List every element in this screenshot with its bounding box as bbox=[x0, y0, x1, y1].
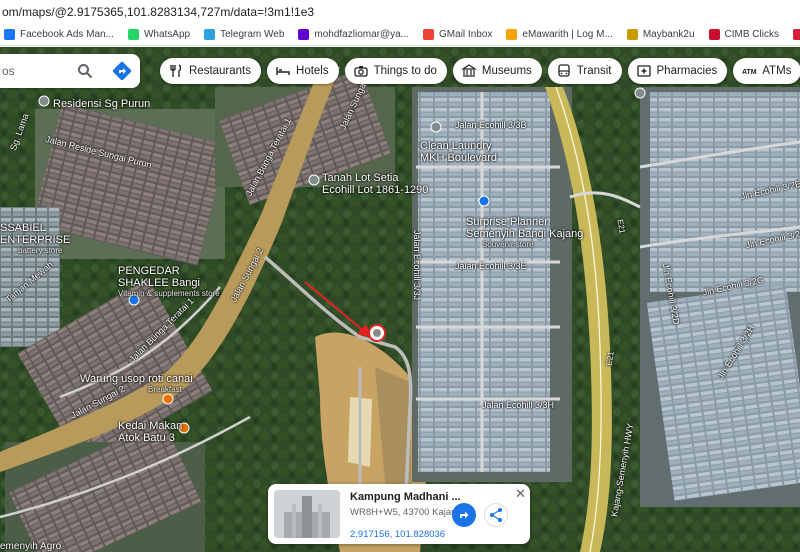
chip-label: ATMs bbox=[762, 65, 792, 77]
bookmark-label: Maybank2u bbox=[642, 29, 695, 40]
bookmark-label: WhatsApp bbox=[143, 29, 191, 40]
chip-transit[interactable]: Transit bbox=[547, 58, 622, 84]
place-plus-code: WR8H+W5, 43700 Kajan... bbox=[350, 507, 465, 518]
proniaga-icon bbox=[792, 29, 800, 40]
emawarith-icon bbox=[506, 29, 518, 40]
chip-museums[interactable]: Museums bbox=[452, 58, 542, 84]
place-label[interactable]: emenyih Agro bbox=[0, 541, 61, 552]
bookmark-item[interactable]: Telegram Web bbox=[204, 29, 284, 40]
bookmark-item[interactable]: WhatsApp bbox=[127, 29, 191, 40]
bookmark-label: Facebook Ads Man... bbox=[20, 29, 114, 40]
chip-label: Restaurants bbox=[189, 65, 252, 77]
bookmark-item[interactable]: eMawarith | Log M... bbox=[506, 29, 613, 40]
chip-things-to-do[interactable]: Things to do bbox=[344, 58, 447, 84]
directions-button[interactable] bbox=[452, 503, 476, 527]
telegram-icon bbox=[204, 29, 216, 40]
restaurant-pin-icon[interactable] bbox=[162, 393, 174, 405]
bookmarks-bar: Facebook Ads Man... WhatsApp Telegram Web m… bbox=[0, 24, 800, 46]
close-card-button[interactable]: ✕ bbox=[515, 486, 526, 502]
bookmark-label: GMail Inbox bbox=[439, 29, 493, 40]
place-category: battery store bbox=[18, 246, 63, 255]
maybank-icon bbox=[626, 29, 638, 40]
yahoo-mail-icon bbox=[298, 29, 310, 40]
road-label: Jalan Ecohill 3/3H bbox=[482, 400, 555, 410]
bookmark-label: CIMB Clicks bbox=[724, 29, 779, 40]
place-pin-icon[interactable] bbox=[38, 95, 50, 107]
search-input[interactable]: os bbox=[2, 64, 15, 78]
place-label[interactable]: Semenyih Bangi Kajang bbox=[466, 228, 583, 240]
chip-label: Things to do bbox=[373, 65, 437, 77]
bookmark-item[interactable]: GMail Inbox bbox=[423, 29, 492, 40]
place-label[interactable]: PENGEDAR bbox=[118, 265, 180, 277]
place-photo[interactable] bbox=[274, 490, 340, 538]
laundry-pin-icon[interactable] bbox=[430, 121, 442, 133]
place-label[interactable]: SHAKLEE Bangi bbox=[118, 277, 200, 289]
meta-icon bbox=[4, 29, 15, 40]
bookmark-label: eMawarith | Log M... bbox=[522, 29, 613, 40]
bed-icon bbox=[276, 67, 290, 75]
directions-icon[interactable] bbox=[112, 61, 132, 81]
bus-icon bbox=[558, 64, 570, 77]
chip-label: Transit bbox=[576, 65, 612, 77]
gmail-icon bbox=[423, 29, 435, 40]
place-label[interactable]: ENTERPRISE bbox=[0, 234, 70, 246]
road-label: Jalan Ecohill 3/3J bbox=[412, 229, 423, 301]
chip-label: Hotels bbox=[296, 65, 329, 77]
bookmark-item[interactable]: CIMB Clicks bbox=[708, 29, 779, 40]
cimb-icon bbox=[708, 29, 720, 40]
map-imagery bbox=[0, 47, 800, 552]
place-name[interactable]: Kampung Madhani ... bbox=[350, 491, 461, 503]
place-label[interactable]: Ecohill Lot 1861-1290 bbox=[322, 184, 428, 196]
directions-icon bbox=[460, 511, 469, 519]
category-chips: Restaurants Hotels Things to do Museums Tran… bbox=[160, 58, 800, 84]
shopping-pin-icon[interactable] bbox=[478, 195, 490, 207]
atm-icon: ATM bbox=[742, 69, 757, 76]
road-label: Jalan Ecohill 3/3B bbox=[455, 120, 527, 130]
bookmark-label: Telegram Web bbox=[220, 29, 285, 40]
whatsapp-icon bbox=[127, 29, 139, 40]
address-bar[interactable]: om/maps/@2.9175365,101.8283134,727m/data… bbox=[0, 0, 800, 24]
bookmark-item[interactable]: Maybank2u bbox=[626, 29, 695, 40]
place-label[interactable]: Surprise Planner bbox=[466, 216, 548, 228]
bookmark-item[interactable]: mohdfazliomar@ya... bbox=[298, 29, 409, 40]
chip-hotels[interactable]: Hotels bbox=[267, 58, 339, 84]
chip-atms[interactable]: ATM ATMs bbox=[733, 58, 800, 84]
place-label[interactable]: Atok Batu 3 bbox=[118, 432, 175, 444]
bookmark-item[interactable]: Proniaga Dashboar... bbox=[792, 29, 800, 40]
bookmark-label: mohdfazliomar@ya... bbox=[314, 29, 410, 40]
place-label[interactable]: Clean Laundry bbox=[420, 140, 492, 152]
camera-icon bbox=[353, 66, 368, 77]
place-label[interactable]: Tanah Lot Setia bbox=[322, 172, 398, 184]
chip-pharmacies[interactable]: Pharmacies bbox=[627, 58, 728, 84]
chip-restaurants[interactable]: Restaurants bbox=[160, 58, 262, 84]
fork-knife-icon bbox=[170, 64, 182, 77]
place-category: Souvenir store bbox=[482, 240, 534, 249]
place-label[interactable]: MKH Boulevard bbox=[420, 152, 497, 164]
bookmark-item[interactable]: Facebook Ads Man... bbox=[4, 29, 114, 40]
pharmacy-icon bbox=[636, 65, 651, 77]
place-category: Vitamin & supplements store bbox=[118, 289, 220, 298]
share-button[interactable] bbox=[484, 503, 508, 527]
place-category: Breakfast bbox=[148, 385, 182, 394]
url-text: om/maps/@2.9175365,101.8283134,727m/data… bbox=[2, 5, 315, 19]
place-label[interactable]: Kedai Makan bbox=[118, 420, 182, 432]
chip-label: Museums bbox=[481, 65, 532, 77]
place-label[interactable]: Warung usop roti canai bbox=[80, 373, 193, 385]
place-coordinates[interactable]: 2.917156, 101.828036 bbox=[350, 529, 445, 540]
satellite-map[interactable]: Residensi Sg Purun Tanah Lot Setia Ecohi… bbox=[0, 47, 800, 552]
place-info-card[interactable]: Kampung Madhani ... WR8H+W5, 43700 Kajan… bbox=[268, 484, 530, 544]
road-label: Jalan Ecohill 3/3E bbox=[455, 261, 527, 271]
svg-text:ATM: ATM bbox=[742, 69, 757, 76]
place-pin-icon[interactable] bbox=[308, 174, 320, 186]
share-icon bbox=[490, 508, 502, 522]
place-pin-icon[interactable] bbox=[634, 87, 646, 99]
place-label[interactable]: SSABIEL bbox=[0, 222, 46, 234]
search-box[interactable]: os bbox=[0, 54, 140, 88]
place-label[interactable]: Residensi Sg Purun bbox=[53, 98, 150, 110]
museum-icon bbox=[460, 64, 477, 77]
search-icon[interactable] bbox=[77, 63, 93, 79]
chip-label: Pharmacies bbox=[656, 65, 718, 77]
